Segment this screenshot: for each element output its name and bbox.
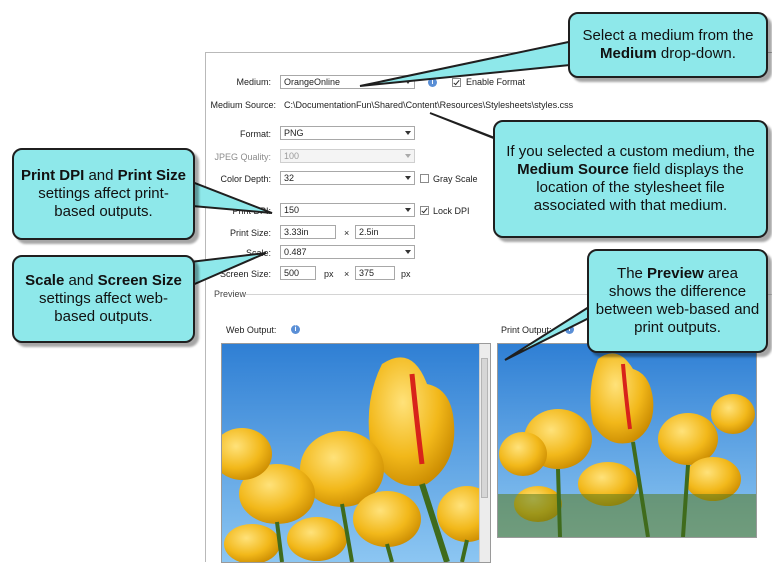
web-settings-callout: Scale and Screen Size settings affect we… xyxy=(12,255,195,343)
preview-callout: The Preview area shows the difference be… xyxy=(587,249,768,353)
preview-callout-pointer xyxy=(504,297,603,361)
medium-callout-pointer xyxy=(359,38,582,87)
print-settings-callout: Print DPI and Print Size settings affect… xyxy=(12,148,195,240)
print-callout-pointer xyxy=(191,180,273,214)
medium-source-callout: If you selected a custom medium, the Med… xyxy=(493,120,768,238)
scale-callout-pointer xyxy=(189,252,267,288)
medium-callout: Select a medium from the Medium drop-dow… xyxy=(568,12,768,78)
